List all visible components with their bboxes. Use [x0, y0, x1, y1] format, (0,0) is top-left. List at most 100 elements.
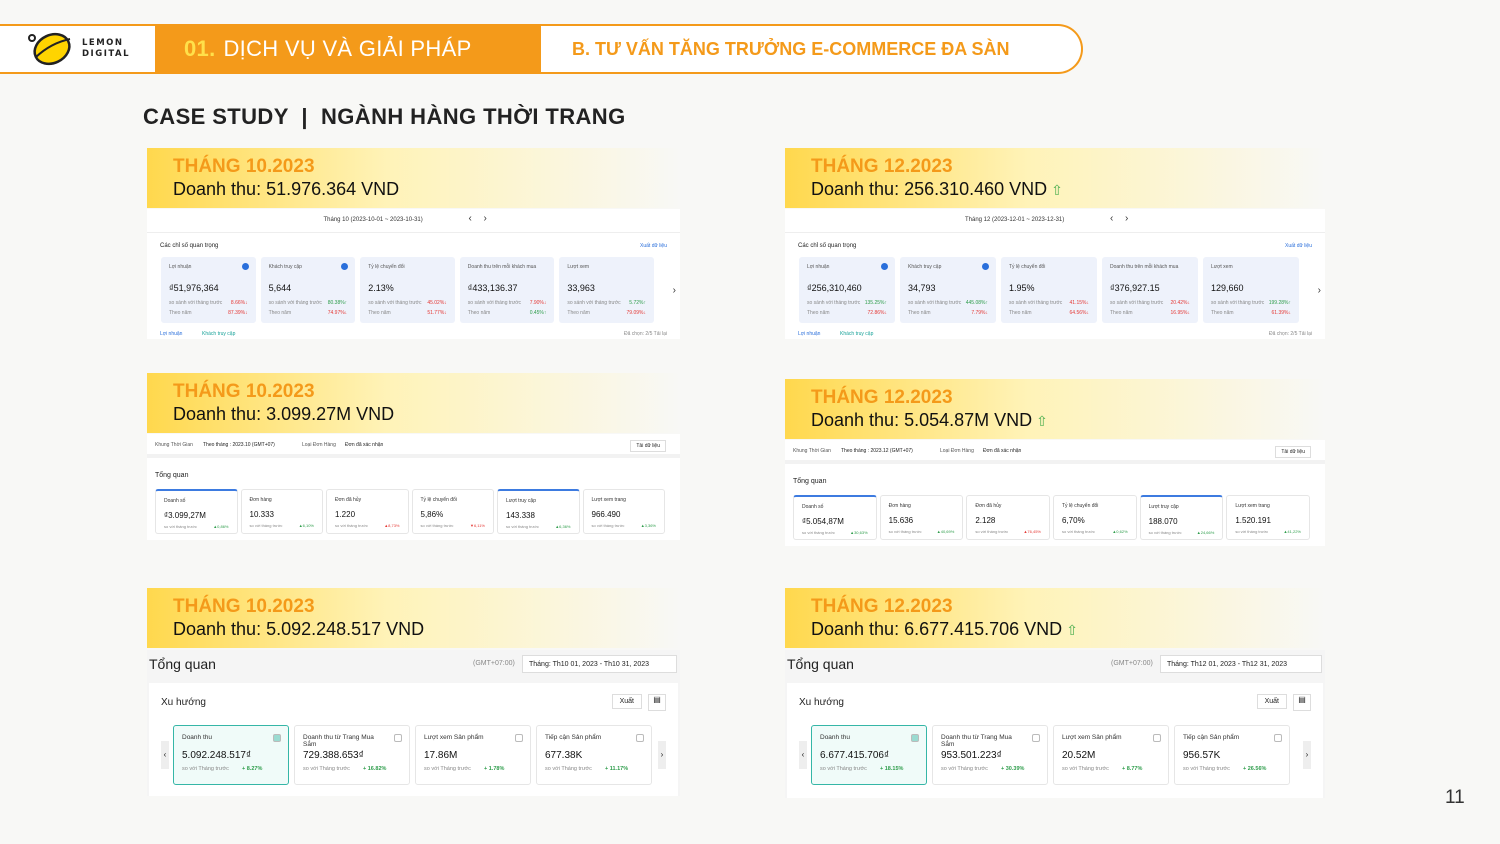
kpi-card[interactable]: Lượt xem Sản phẩm 17.86M so với Tháng trướ… — [415, 725, 531, 785]
kpi-card[interactable]: Đơn hàng 10.333 so với tháng trước ▲6,10% — [240, 489, 323, 534]
kpi-card[interactable]: Lượt truy cập 188.070 so với tháng trước ▲2… — [1139, 495, 1224, 540]
selected-count: Đã chọn: 2/5 Tải lại — [1269, 331, 1312, 337]
carousel-prev-icon[interactable]: ‹ — [161, 741, 169, 769]
kpi-value: 33,963 — [567, 283, 595, 293]
kpi-card[interactable]: Lượt xem trang 966.490 so với tháng trước ▲… — [582, 489, 665, 534]
kpi-change: ▲0,86% — [213, 524, 229, 529]
kpi-card[interactable]: Lượt xem Sản phẩm 20.52M so với Tháng trướ… — [1053, 725, 1169, 785]
lazada-dashboard-dec: Khung Thời Gian Theo tháng : 2023.12 (GMT… — [785, 440, 1325, 546]
kpi-card[interactable]: Lượt truy cập 143.338 so với tháng trước ▲6… — [497, 489, 580, 534]
download-button[interactable]: Tải dữ liệu — [1275, 446, 1311, 458]
carousel-next-icon[interactable]: › — [658, 741, 666, 769]
kpi-change: ▲41,22% — [1283, 529, 1301, 534]
kpi-label: Khách truy cập — [268, 264, 302, 270]
month-band-6: THÁNG 12.2023 Doanh thu: 6.677.415.706 VN… — [785, 588, 1325, 648]
compare-label: so với tháng trước — [506, 524, 539, 529]
checkbox[interactable] — [273, 734, 281, 742]
compare-label: Theo năm — [1110, 310, 1133, 316]
kpi-card[interactable]: Doanh thu 5.092.248.517₫ so với Tháng trướ… — [173, 725, 289, 785]
lazada-dashboard-oct: Khung Thời Gian Theo tháng : 2023.10 (GMT… — [147, 434, 680, 540]
kpi-card[interactable]: Doanh thu 6.677.415.706₫ so với Tháng trướ… — [811, 725, 927, 785]
checkbox[interactable] — [911, 734, 919, 742]
kpi-value: 966.490 — [591, 510, 621, 519]
time-frame-select[interactable]: Theo tháng : 2023.10 (GMT+07) — [203, 442, 275, 448]
kpi-card[interactable]: Doanh số ₫3.099,27M so với tháng trước ▲0,8… — [155, 489, 238, 534]
kpi-card[interactable]: Đơn đã hủy 1.220 so với tháng trước ▲8,73% — [326, 489, 409, 534]
shopee-dashboard-oct: Tháng 10 (2023-10-01 ~ 2023-10-31) ‹ › Các … — [147, 209, 680, 339]
kpi-card[interactable]: Doanh thu từ Trang Mua Sắm 953.501.223₫ so… — [932, 725, 1048, 785]
checkbox[interactable] — [1274, 734, 1282, 742]
order-type-select[interactable]: Đơn đã xác nhận — [983, 448, 1021, 454]
overview-title: Tổng quan — [149, 656, 216, 672]
date-range-picker[interactable]: Tháng: Th10 01, 2023 - Th10 31, 2023 — [522, 655, 677, 673]
export-button[interactable]: Xuất — [1256, 694, 1287, 709]
checkbox[interactable] — [1032, 734, 1040, 742]
kpi-label: Doanh số — [164, 498, 186, 504]
export-link[interactable]: Xuất dữ liệu — [1285, 243, 1312, 249]
checkbox[interactable] — [515, 734, 523, 742]
kpi-change-yoy: 51.77%↓ — [427, 310, 447, 316]
checkbox[interactable] — [1153, 734, 1161, 742]
kpi-value: 729.388.653₫ — [303, 750, 364, 761]
kpi-change: + 8.27% — [242, 766, 263, 772]
carousel-prev-icon[interactable]: ‹ — [799, 741, 807, 769]
kpi-card[interactable]: Lượt xem 33,963 so sánh với tháng trước The… — [559, 257, 654, 323]
date-range-picker[interactable]: Tháng 12 (2023-12-01 ~ 2023-12-31) — [965, 217, 1064, 223]
compare-label: so với Tháng trước — [182, 766, 229, 772]
next-arrow-icon[interactable]: › — [484, 213, 487, 224]
kpi-card[interactable]: Lượt xem 129,660 so sánh với tháng trước Th… — [1203, 257, 1299, 323]
page-title: CASE STUDY | NGÀNH HÀNG THỜI TRANG — [143, 104, 626, 129]
kpi-card[interactable]: Lợi nhuận ₫256,310,460 so sánh với tháng t… — [799, 257, 895, 323]
kpi-value: 5,86% — [420, 510, 444, 519]
kpi-heading: Các chỉ số quan trọng — [160, 243, 219, 249]
page-number: 11 — [1445, 787, 1465, 808]
compare-label: so với tháng trước — [420, 523, 454, 528]
kpi-card[interactable]: Đơn đã hủy 2.128 so với tháng trước ▲76,45% — [966, 495, 1050, 540]
kpi-card[interactable]: Doanh thu từ Trang Mua Sắm 729.388.653₫ so… — [294, 725, 410, 785]
download-button[interactable]: Tải dữ liệu — [630, 440, 666, 452]
time-frame-select[interactable]: Theo tháng : 2023.12 (GMT+07) — [841, 448, 913, 454]
kpi-label: Lượt truy cập — [506, 498, 536, 504]
kpi-change: ▲40,69% — [936, 529, 955, 534]
kpi-card[interactable]: Doanh số ₫5.054,87M so với tháng trước ▲30,… — [793, 495, 877, 540]
carousel-next-icon[interactable]: › — [1318, 285, 1321, 296]
kpi-card[interactable]: Tỷ lệ chuyển đổi 1.95% so sánh với tháng t… — [1001, 257, 1097, 323]
prev-arrow-icon[interactable]: ‹ — [1110, 213, 1113, 224]
export-link[interactable]: Xuất dữ liệu — [640, 243, 667, 249]
next-arrow-icon[interactable]: › — [1125, 213, 1128, 224]
order-type-label: Loại Đơn Hàng — [302, 442, 336, 448]
kpi-card[interactable]: Đơn hàng 15.636 so với tháng trước ▲40,69% — [879, 495, 964, 540]
kpi-label: Tỷ lệ chuyển đổi — [368, 264, 405, 270]
kpi-card[interactable]: Lượt xem trang 1.520.191 so với tháng trướ… — [1226, 495, 1310, 540]
date-range-picker[interactable]: Tháng 10 (2023-10-01 ~ 2023-10-31) — [324, 217, 423, 223]
kpi-change: + 1.78% — [484, 766, 505, 772]
clipboard-icon[interactable]: ▤ — [1293, 694, 1311, 711]
carousel-next-icon[interactable]: › — [1303, 741, 1311, 769]
kpi-card[interactable]: Doanh thu trên mỗi khách mua ₫433,136.37 s… — [459, 257, 555, 323]
kpi-change-yoy: 61.39%↓ — [1271, 310, 1291, 316]
kpi-card[interactable]: Doanh thu trên mỗi khách mua ₫376,927.15 s… — [1102, 257, 1198, 323]
kpi-card[interactable]: Tỷ lệ chuyển đổi 2.13% so sánh với tháng t… — [360, 257, 455, 323]
kpi-card[interactable]: Tiếp cận Sản phẩm 677.38K so với Tháng trư… — [536, 725, 652, 785]
kpi-card[interactable]: Tỷ lệ chuyển đổi 6,70% so với tháng trước ▲… — [1053, 495, 1137, 540]
kpi-card[interactable]: Khách truy cập 5,644 so sánh với tháng trư… — [260, 257, 356, 323]
checkbox[interactable] — [394, 734, 402, 742]
kpi-card[interactable]: Tiếp cận Sản phẩm 956.57K so với Tháng trư… — [1174, 725, 1290, 785]
export-button[interactable]: Xuất — [611, 694, 642, 709]
kpi-change: + 11.17% — [605, 766, 629, 772]
kpi-card[interactable]: Tỷ lệ chuyển đổi 5,86% so với tháng trước ▼… — [411, 489, 494, 534]
clipboard-icon[interactable]: ▤ — [648, 694, 666, 711]
compare-label: so với tháng trước — [1148, 530, 1182, 535]
date-range-picker[interactable]: Tháng: Th12 01, 2023 - Th12 31, 2023 — [1160, 655, 1322, 673]
kpi-card[interactable]: Lợi nhuận ₫51,976,364 so sánh với tháng tr… — [161, 257, 256, 323]
carousel-next-icon[interactable]: › — [673, 285, 676, 296]
kpi-label: Tỷ lệ chuyển đổi — [420, 497, 457, 503]
kpi-card[interactable]: Khách truy cập 34,793 so sánh với tháng tr… — [900, 257, 996, 323]
checkbox[interactable] — [636, 734, 644, 742]
compare-label: Theo năm — [467, 310, 491, 316]
kpi-label: Tiếp cận Sản phẩm — [545, 734, 602, 741]
compare-label: Theo năm — [567, 310, 590, 316]
kpi-value: ₫3.099,27M — [164, 511, 206, 520]
order-type-select[interactable]: Đơn đã xác nhận — [345, 442, 383, 448]
prev-arrow-icon[interactable]: ‹ — [469, 213, 472, 224]
